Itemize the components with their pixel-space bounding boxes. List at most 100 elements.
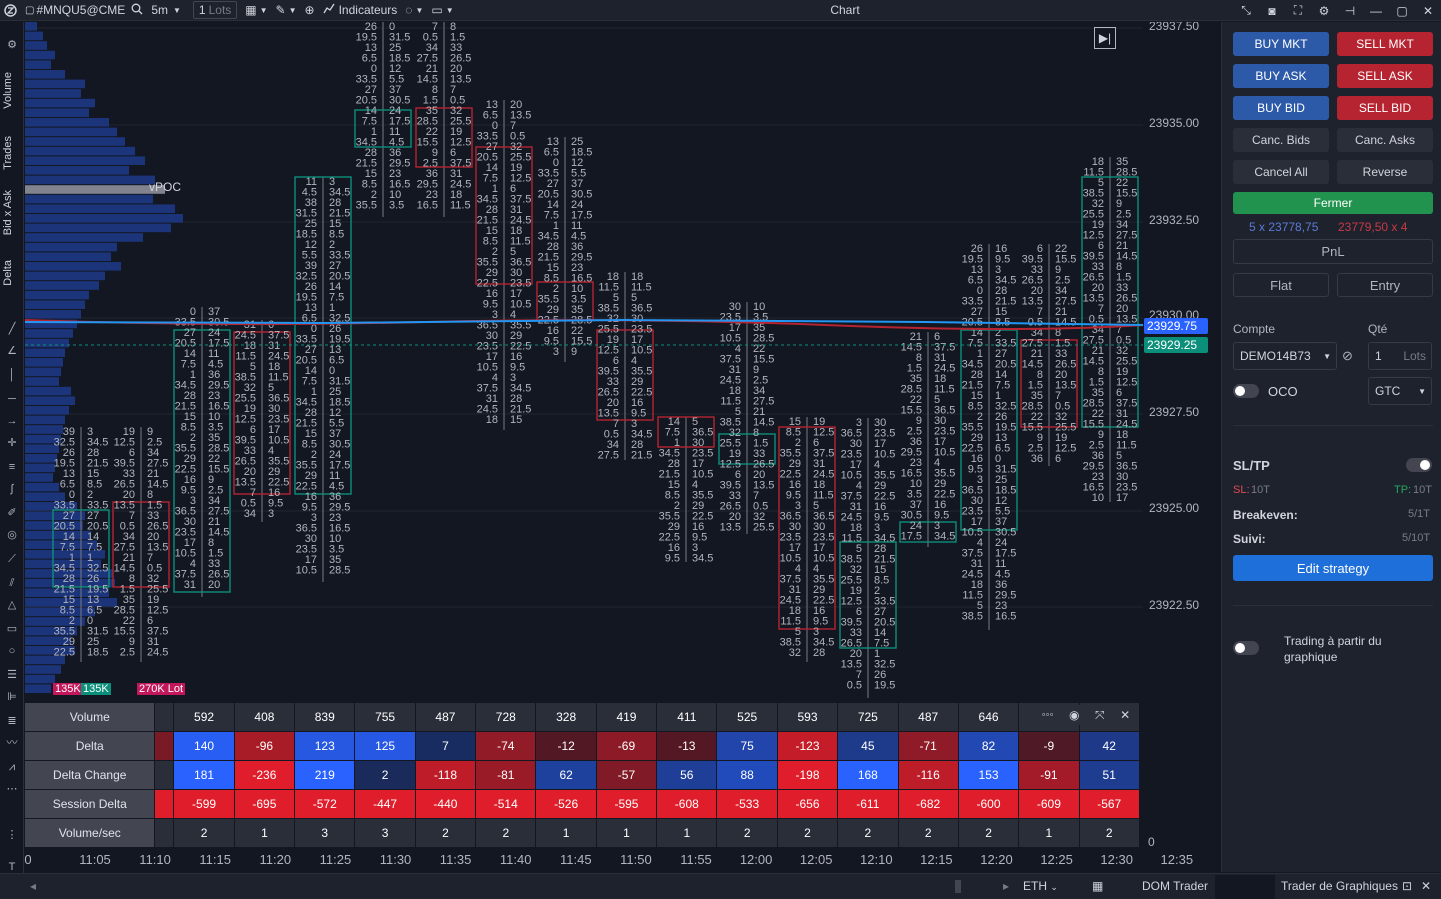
- tp-value[interactable]: 10T: [1413, 484, 1432, 496]
- angle-tool-icon[interactable]: ∠: [4, 344, 20, 358]
- volume-profile-bar: [25, 473, 53, 482]
- hide-icon[interactable]: ⊘: [1342, 348, 1353, 364]
- close-icon[interactable]: ✕: [1120, 708, 1130, 722]
- tab-delta[interactable]: Delta: [2, 260, 14, 286]
- buy-ask-button[interactable]: BUY ASK: [1233, 64, 1329, 88]
- footprint-bid-value: 2.5: [120, 647, 135, 659]
- fullscreen-icon[interactable]: ⛶: [1285, 3, 1311, 18]
- tab-trades[interactable]: Trades: [2, 136, 14, 170]
- lines-icon[interactable]: ≡: [4, 460, 20, 474]
- drawing-tools-button[interactable]: ✎ ▼: [272, 0, 301, 21]
- close-icon[interactable]: ✕: [1421, 879, 1431, 893]
- dotted-vertical-icon[interactable]: ⋮: [4, 828, 20, 842]
- pin-icon[interactable]: ⊣: [1337, 4, 1363, 18]
- zoom-button[interactable]: ⊕: [301, 0, 319, 21]
- sell-market-button[interactable]: SELL MKT: [1337, 32, 1433, 56]
- layout-button[interactable]: ▭ ▼: [427, 0, 457, 21]
- lots-input[interactable]: 1 Lots: [185, 0, 241, 21]
- calendar-icon[interactable]: ▦: [1092, 879, 1103, 893]
- collapse-icon[interactable]: ⤡: [1233, 3, 1259, 18]
- sl-value[interactable]: 10T: [1251, 484, 1270, 496]
- scrollbar-thumb[interactable]: [955, 880, 961, 893]
- circle-icon[interactable]: ○: [4, 644, 20, 658]
- tab-bid-ask[interactable]: Bid x Ask: [2, 190, 14, 235]
- maximize-icon[interactable]: ▢: [1389, 4, 1415, 18]
- search-icon[interactable]: [131, 3, 143, 18]
- table-cell: 2: [958, 819, 1019, 847]
- breakeven-value[interactable]: 5/1T: [1408, 508, 1430, 520]
- timeframe-selector[interactable]: 5m ▼: [147, 0, 185, 21]
- scroll-right-icon[interactable]: ▸: [1003, 879, 1009, 893]
- symbol-selector[interactable]: ▢ #MNQU5@CME: [21, 0, 147, 21]
- templates-button[interactable]: ◌ ▼: [401, 0, 427, 21]
- account-value: DEMO14B73: [1240, 349, 1311, 363]
- entry-button[interactable]: Entry: [1337, 273, 1433, 297]
- wave-icon[interactable]: 〰: [4, 736, 20, 750]
- sell-ask-button[interactable]: SELL ASK: [1337, 64, 1433, 88]
- triangle-icon[interactable]: △: [4, 598, 20, 612]
- tif-select[interactable]: GTC ▼: [1368, 377, 1432, 405]
- tab-blank[interactable]: [1215, 875, 1275, 899]
- oco-toggle[interactable]: [1233, 384, 1259, 398]
- rectangle-icon[interactable]: ▭: [4, 622, 20, 636]
- collapse-icon[interactable]: ⤧: [1095, 708, 1105, 723]
- camera-icon[interactable]: ◙: [1259, 4, 1285, 18]
- footprint-chart[interactable]: 39 3 32.5 34.5 26 28 19.5 21.5 13 15 6.5 8.5 0 2 33.5 3…: [25, 22, 1219, 698]
- text-tool-icon[interactable]: T: [4, 860, 20, 874]
- trailing-value[interactable]: 5/10T: [1402, 532, 1430, 544]
- cancel-bids-button[interactable]: Canc. Bids: [1233, 128, 1329, 152]
- histogram-icon[interactable]: ≣: [4, 714, 20, 728]
- sell-bid-button[interactable]: SELL BID: [1337, 96, 1433, 120]
- line-tool-icon[interactable]: ╱: [4, 322, 20, 336]
- more-icon[interactable]: ◦◦◦: [1042, 709, 1054, 721]
- vertical-line-icon[interactable]: │: [4, 368, 20, 382]
- table-cell: 45: [838, 732, 898, 760]
- projection-icon[interactable]: ⩘: [4, 760, 20, 774]
- horizontal-line-icon[interactable]: ─: [4, 392, 20, 406]
- chart-type-button[interactable]: ▦ ▼: [241, 0, 271, 21]
- eye-icon[interactable]: ◉: [1069, 708, 1079, 722]
- tab-dom-trader[interactable]: DOM Trader: [1142, 879, 1208, 893]
- bars-icon[interactable]: ☰: [4, 668, 20, 682]
- cancel-asks-button[interactable]: Canc. Asks: [1337, 128, 1433, 152]
- close-icon[interactable]: ✕: [1415, 4, 1441, 18]
- pen-icon[interactable]: ✐: [4, 506, 20, 520]
- vpoc-label: vPOC: [149, 180, 182, 194]
- ruler-icon[interactable]: ⟋: [4, 552, 20, 566]
- curve-icon[interactable]: ∫: [4, 482, 20, 496]
- indicators-button[interactable]: Indicateurs: [319, 0, 402, 21]
- profile-label: 135K: [81, 683, 111, 695]
- flat-button[interactable]: Flat: [1233, 273, 1329, 297]
- pnl-button[interactable]: PnL: [1233, 239, 1433, 264]
- quantity-input[interactable]: 1 Lots: [1368, 342, 1432, 370]
- gear-icon[interactable]: ⚙: [4, 38, 20, 52]
- target-icon[interactable]: ◎: [4, 528, 20, 542]
- edit-strategy-button[interactable]: Edit strategy: [1233, 555, 1433, 581]
- chart-canvas[interactable]: 39 332.5 34.526 2819.5 21.513 156.5 8.50 233.5 3…: [25, 22, 1219, 698]
- minimize-icon[interactable]: —: [1363, 4, 1389, 18]
- sltp-toggle[interactable]: [1406, 458, 1432, 472]
- volume-profile-bar: [25, 214, 183, 223]
- reverse-button[interactable]: Reverse: [1337, 160, 1433, 184]
- scroll-to-realtime-icon[interactable]: ▶|: [1094, 27, 1116, 49]
- volume-profile-bar: [25, 98, 95, 108]
- gear-icon[interactable]: ⚙: [1311, 4, 1337, 18]
- session-selector[interactable]: ETH ⌄: [1023, 879, 1058, 893]
- tab-trader-graphiques[interactable]: Trader de Graphiques: [1281, 879, 1398, 893]
- cancel-all-button[interactable]: Cancel All: [1233, 160, 1329, 184]
- fib-icon[interactable]: ⫽: [4, 576, 20, 590]
- lock-icon[interactable]: ⊡: [1402, 879, 1412, 893]
- crosshair-icon[interactable]: ✛: [4, 436, 20, 450]
- volume-profile-bar: [25, 665, 61, 674]
- account-select[interactable]: DEMO14B73 ▼: [1233, 342, 1337, 370]
- dots-icon[interactable]: ⋯: [4, 782, 20, 796]
- scroll-left-icon[interactable]: ◂: [30, 879, 36, 893]
- close-position-button[interactable]: Fermer: [1233, 192, 1433, 214]
- tab-volume[interactable]: Volume: [2, 72, 14, 109]
- level-icon[interactable]: ⊫: [4, 690, 20, 704]
- arrow-icon[interactable]: →: [4, 414, 20, 428]
- buy-bid-button[interactable]: BUY BID: [1233, 96, 1329, 120]
- chart-trading-toggle[interactable]: [1233, 641, 1259, 655]
- app-logo-icon: [0, 0, 21, 21]
- buy-market-button[interactable]: BUY MKT: [1233, 32, 1329, 56]
